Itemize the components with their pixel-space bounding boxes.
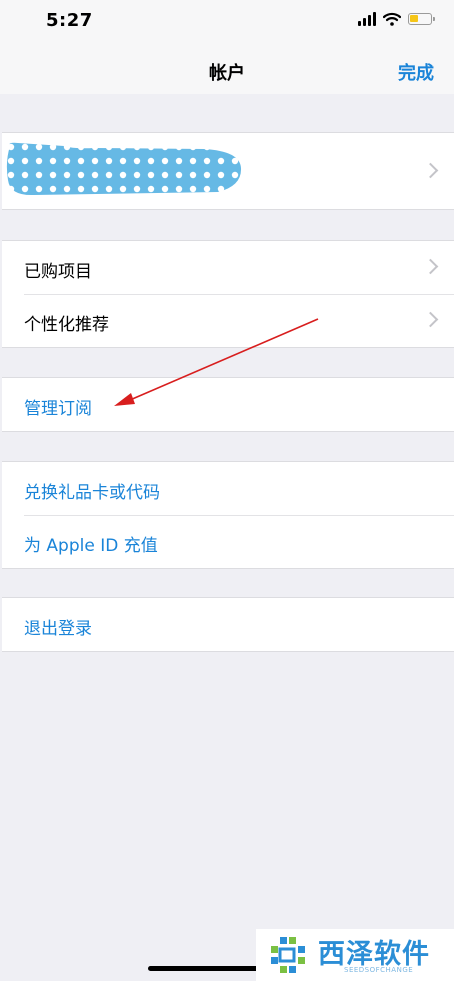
- chevron-right-icon: [422, 162, 439, 179]
- purchased-items-row[interactable]: 已购项目: [2, 241, 454, 294]
- manage-subscriptions-row[interactable]: 管理订阅: [2, 378, 454, 431]
- watermark: 西泽软件 SEEDSOFCHANGE: [256, 929, 454, 981]
- watermark-subtitle: SEEDSOFCHANGE: [344, 966, 414, 974]
- cellular-signal-icon: [358, 12, 376, 26]
- account-section: [2, 132, 454, 210]
- purchased-items-label: 已购项目: [24, 262, 92, 282]
- personalized-recommendations-row[interactable]: 个性化推荐: [2, 294, 454, 347]
- navigation-bar: 帐户 完成: [0, 44, 454, 94]
- sign-out-link[interactable]: 退出登录: [24, 614, 92, 639]
- subscriptions-section: 管理订阅: [2, 377, 454, 432]
- status-bar: 5:27: [0, 0, 454, 44]
- signout-section: 退出登录: [2, 597, 454, 652]
- sign-out-row[interactable]: 退出登录: [2, 598, 454, 651]
- purchases-section: 已购项目 个性化推荐: [2, 240, 454, 348]
- add-funds-row[interactable]: 为 Apple ID 充值: [2, 515, 454, 568]
- redeem-gift-card-link[interactable]: 兑换礼品卡或代码: [24, 478, 160, 503]
- page-title: 帐户: [209, 63, 245, 84]
- personalized-recommendations-label: 个性化推荐: [24, 315, 109, 335]
- done-button[interactable]: 完成: [398, 59, 434, 85]
- chevron-right-icon: [422, 311, 439, 328]
- status-icons: [358, 12, 435, 26]
- redeem-section: 兑换礼品卡或代码 为 Apple ID 充值: [2, 461, 454, 569]
- add-funds-link[interactable]: 为 Apple ID 充值: [24, 531, 158, 556]
- account-row[interactable]: [2, 133, 454, 209]
- status-time: 5:27: [46, 10, 93, 31]
- redacted-account-name: [6, 142, 242, 196]
- watermark-logo-icon: [271, 937, 305, 973]
- redeem-gift-card-row[interactable]: 兑换礼品卡或代码: [2, 462, 454, 515]
- wifi-icon: [383, 12, 401, 26]
- battery-icon: [408, 13, 435, 25]
- manage-subscriptions-link[interactable]: 管理订阅: [24, 394, 92, 419]
- chevron-right-icon: [422, 258, 439, 275]
